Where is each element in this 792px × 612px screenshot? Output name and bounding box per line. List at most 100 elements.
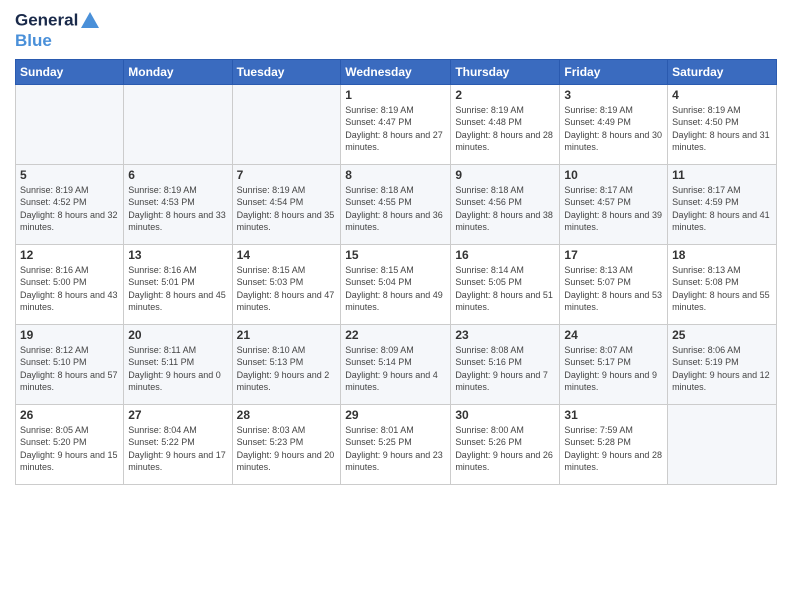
calendar-cell: 18 Sunrise: 8:13 AM Sunset: 5:08 PM Dayli… (668, 244, 777, 324)
day-info: Sunrise: 8:17 AM Sunset: 4:59 PM Dayligh… (672, 184, 772, 234)
weekday-header: Monday (124, 59, 232, 84)
day-number: 20 (128, 328, 227, 342)
day-number: 26 (20, 408, 119, 422)
day-info: Sunrise: 8:10 AM Sunset: 5:13 PM Dayligh… (237, 344, 337, 394)
day-info: Sunrise: 8:19 AM Sunset: 4:47 PM Dayligh… (345, 104, 446, 154)
day-info: Sunrise: 8:19 AM Sunset: 4:54 PM Dayligh… (237, 184, 337, 234)
day-info: Sunrise: 8:14 AM Sunset: 5:05 PM Dayligh… (455, 264, 555, 314)
calendar-week-row: 12Sunrise: 8:16 AM Sunset: 5:00 PM Dayli… (16, 244, 777, 324)
day-info: Sunrise: 8:00 AM Sunset: 5:26 PM Dayligh… (455, 424, 555, 474)
day-number: 16 (455, 248, 555, 262)
logo-blue: Blue (15, 32, 102, 51)
page-container: General Blue SundayMondayTuesdayWednesda… (0, 0, 792, 612)
calendar-cell: 28Sunrise: 8:03 AM Sunset: 5:23 PM Dayli… (232, 404, 341, 484)
calendar-cell: 24 Sunrise: 8:07 AM Sunset: 5:17 PM Dayli… (560, 324, 668, 404)
day-number: 24 (564, 328, 663, 342)
day-number: 6 (128, 168, 227, 182)
day-info: Sunrise: 8:15 AM Sunset: 5:03 PM Dayligh… (237, 264, 337, 314)
day-info: Sunrise: 8:13 AM Sunset: 5:07 PM Dayligh… (564, 264, 663, 314)
calendar-cell: 6 Sunrise: 8:19 AM Sunset: 4:53 PM Daylig… (124, 164, 232, 244)
day-number: 22 (345, 328, 446, 342)
day-info: Sunrise: 8:19 AM Sunset: 4:48 PM Dayligh… (455, 104, 555, 154)
day-number: 31 (564, 408, 663, 422)
day-info: Sunrise: 8:19 AM Sunset: 4:53 PM Dayligh… (128, 184, 227, 234)
calendar-cell: 29 Sunrise: 8:01 AM Sunset: 5:25 PM Dayli… (341, 404, 451, 484)
day-info: Sunrise: 8:01 AM Sunset: 5:25 PM Dayligh… (345, 424, 446, 474)
calendar-cell: 14Sunrise: 8:15 AM Sunset: 5:03 PM Dayli… (232, 244, 341, 324)
calendar-cell (668, 404, 777, 484)
weekday-header: Sunday (16, 59, 124, 84)
calendar-cell: 1 Sunrise: 8:19 AM Sunset: 4:47 PM Daylig… (341, 84, 451, 164)
calendar-cell: 13 Sunrise: 8:16 AM Sunset: 5:01 PM Dayli… (124, 244, 232, 324)
day-info: Sunrise: 8:15 AM Sunset: 5:04 PM Dayligh… (345, 264, 446, 314)
day-number: 21 (237, 328, 337, 342)
calendar-cell: 26 Sunrise: 8:05 AM Sunset: 5:20 PM Dayli… (16, 404, 124, 484)
calendar-cell (16, 84, 124, 164)
calendar-cell: 21 Sunrise: 8:10 AM Sunset: 5:13 PM Dayli… (232, 324, 341, 404)
day-number: 2 (455, 88, 555, 102)
day-number: 29 (345, 408, 446, 422)
calendar-cell: 22Sunrise: 8:09 AM Sunset: 5:14 PM Dayli… (341, 324, 451, 404)
calendar-cell: 20 Sunrise: 8:11 AM Sunset: 5:11 PM Dayli… (124, 324, 232, 404)
calendar-cell: 3Sunrise: 8:19 AM Sunset: 4:49 PM Daylig… (560, 84, 668, 164)
day-info: Sunrise: 8:08 AM Sunset: 5:16 PM Dayligh… (455, 344, 555, 394)
calendar-cell: 27 Sunrise: 8:04 AM Sunset: 5:22 PM Dayli… (124, 404, 232, 484)
calendar-cell: 15 Sunrise: 8:15 AM Sunset: 5:04 PM Dayli… (341, 244, 451, 324)
calendar-week-row: 5 Sunrise: 8:19 AM Sunset: 4:52 PM Daylig… (16, 164, 777, 244)
day-number: 15 (345, 248, 446, 262)
day-number: 8 (345, 168, 446, 182)
day-number: 30 (455, 408, 555, 422)
day-number: 11 (672, 168, 772, 182)
calendar-table: SundayMondayTuesdayWednesdayThursdayFrid… (15, 59, 777, 485)
day-number: 10 (564, 168, 663, 182)
calendar-cell: 11 Sunrise: 8:17 AM Sunset: 4:59 PM Dayli… (668, 164, 777, 244)
calendar-week-row: 19Sunrise: 8:12 AM Sunset: 5:10 PM Dayli… (16, 324, 777, 404)
day-info: Sunrise: 8:03 AM Sunset: 5:23 PM Dayligh… (237, 424, 337, 474)
calendar-cell: 4 Sunrise: 8:19 AM Sunset: 4:50 PM Daylig… (668, 84, 777, 164)
calendar-cell: 19Sunrise: 8:12 AM Sunset: 5:10 PM Dayli… (16, 324, 124, 404)
calendar-cell: 25 Sunrise: 8:06 AM Sunset: 5:19 PM Dayli… (668, 324, 777, 404)
weekday-header: Thursday (451, 59, 560, 84)
day-info: Sunrise: 8:16 AM Sunset: 5:00 PM Dayligh… (20, 264, 119, 314)
calendar-cell: 7 Sunrise: 8:19 AM Sunset: 4:54 PM Daylig… (232, 164, 341, 244)
day-number: 5 (20, 168, 119, 182)
day-number: 1 (345, 88, 446, 102)
day-info: Sunrise: 8:19 AM Sunset: 4:52 PM Dayligh… (20, 184, 119, 234)
calendar-cell: 12Sunrise: 8:16 AM Sunset: 5:00 PM Dayli… (16, 244, 124, 324)
day-number: 27 (128, 408, 227, 422)
weekday-header: Tuesday (232, 59, 341, 84)
calendar-cell (232, 84, 341, 164)
calendar-cell: 2 Sunrise: 8:19 AM Sunset: 4:48 PM Daylig… (451, 84, 560, 164)
day-info: Sunrise: 7:59 AM Sunset: 5:28 PM Dayligh… (564, 424, 663, 474)
day-number: 13 (128, 248, 227, 262)
calendar-cell: 17 Sunrise: 8:13 AM Sunset: 5:07 PM Dayli… (560, 244, 668, 324)
logo-icon (79, 10, 101, 32)
day-info: Sunrise: 8:13 AM Sunset: 5:08 PM Dayligh… (672, 264, 772, 314)
day-number: 9 (455, 168, 555, 182)
day-number: 18 (672, 248, 772, 262)
calendar-cell: 8 Sunrise: 8:18 AM Sunset: 4:55 PM Daylig… (341, 164, 451, 244)
day-info: Sunrise: 8:18 AM Sunset: 4:55 PM Dayligh… (345, 184, 446, 234)
day-info: Sunrise: 8:04 AM Sunset: 5:22 PM Dayligh… (128, 424, 227, 474)
day-number: 4 (672, 88, 772, 102)
page-header: General Blue (15, 10, 777, 51)
day-info: Sunrise: 8:06 AM Sunset: 5:19 PM Dayligh… (672, 344, 772, 394)
day-info: Sunrise: 8:11 AM Sunset: 5:11 PM Dayligh… (128, 344, 227, 394)
day-info: Sunrise: 8:16 AM Sunset: 5:01 PM Dayligh… (128, 264, 227, 314)
header-row: SundayMondayTuesdayWednesdayThursdayFrid… (16, 59, 777, 84)
day-number: 7 (237, 168, 337, 182)
calendar-cell (124, 84, 232, 164)
calendar-cell: 23 Sunrise: 8:08 AM Sunset: 5:16 PM Dayli… (451, 324, 560, 404)
calendar-week-row: 26 Sunrise: 8:05 AM Sunset: 5:20 PM Dayli… (16, 404, 777, 484)
weekday-header: Saturday (668, 59, 777, 84)
day-number: 17 (564, 248, 663, 262)
calendar-cell: 31 Sunrise: 7:59 AM Sunset: 5:28 PM Dayli… (560, 404, 668, 484)
day-info: Sunrise: 8:05 AM Sunset: 5:20 PM Dayligh… (20, 424, 119, 474)
weekday-header: Friday (560, 59, 668, 84)
day-number: 23 (455, 328, 555, 342)
day-number: 25 (672, 328, 772, 342)
day-info: Sunrise: 8:12 AM Sunset: 5:10 PM Dayligh… (20, 344, 119, 394)
weekday-header: Wednesday (341, 59, 451, 84)
day-info: Sunrise: 8:07 AM Sunset: 5:17 PM Dayligh… (564, 344, 663, 394)
day-info: Sunrise: 8:19 AM Sunset: 4:50 PM Dayligh… (672, 104, 772, 154)
